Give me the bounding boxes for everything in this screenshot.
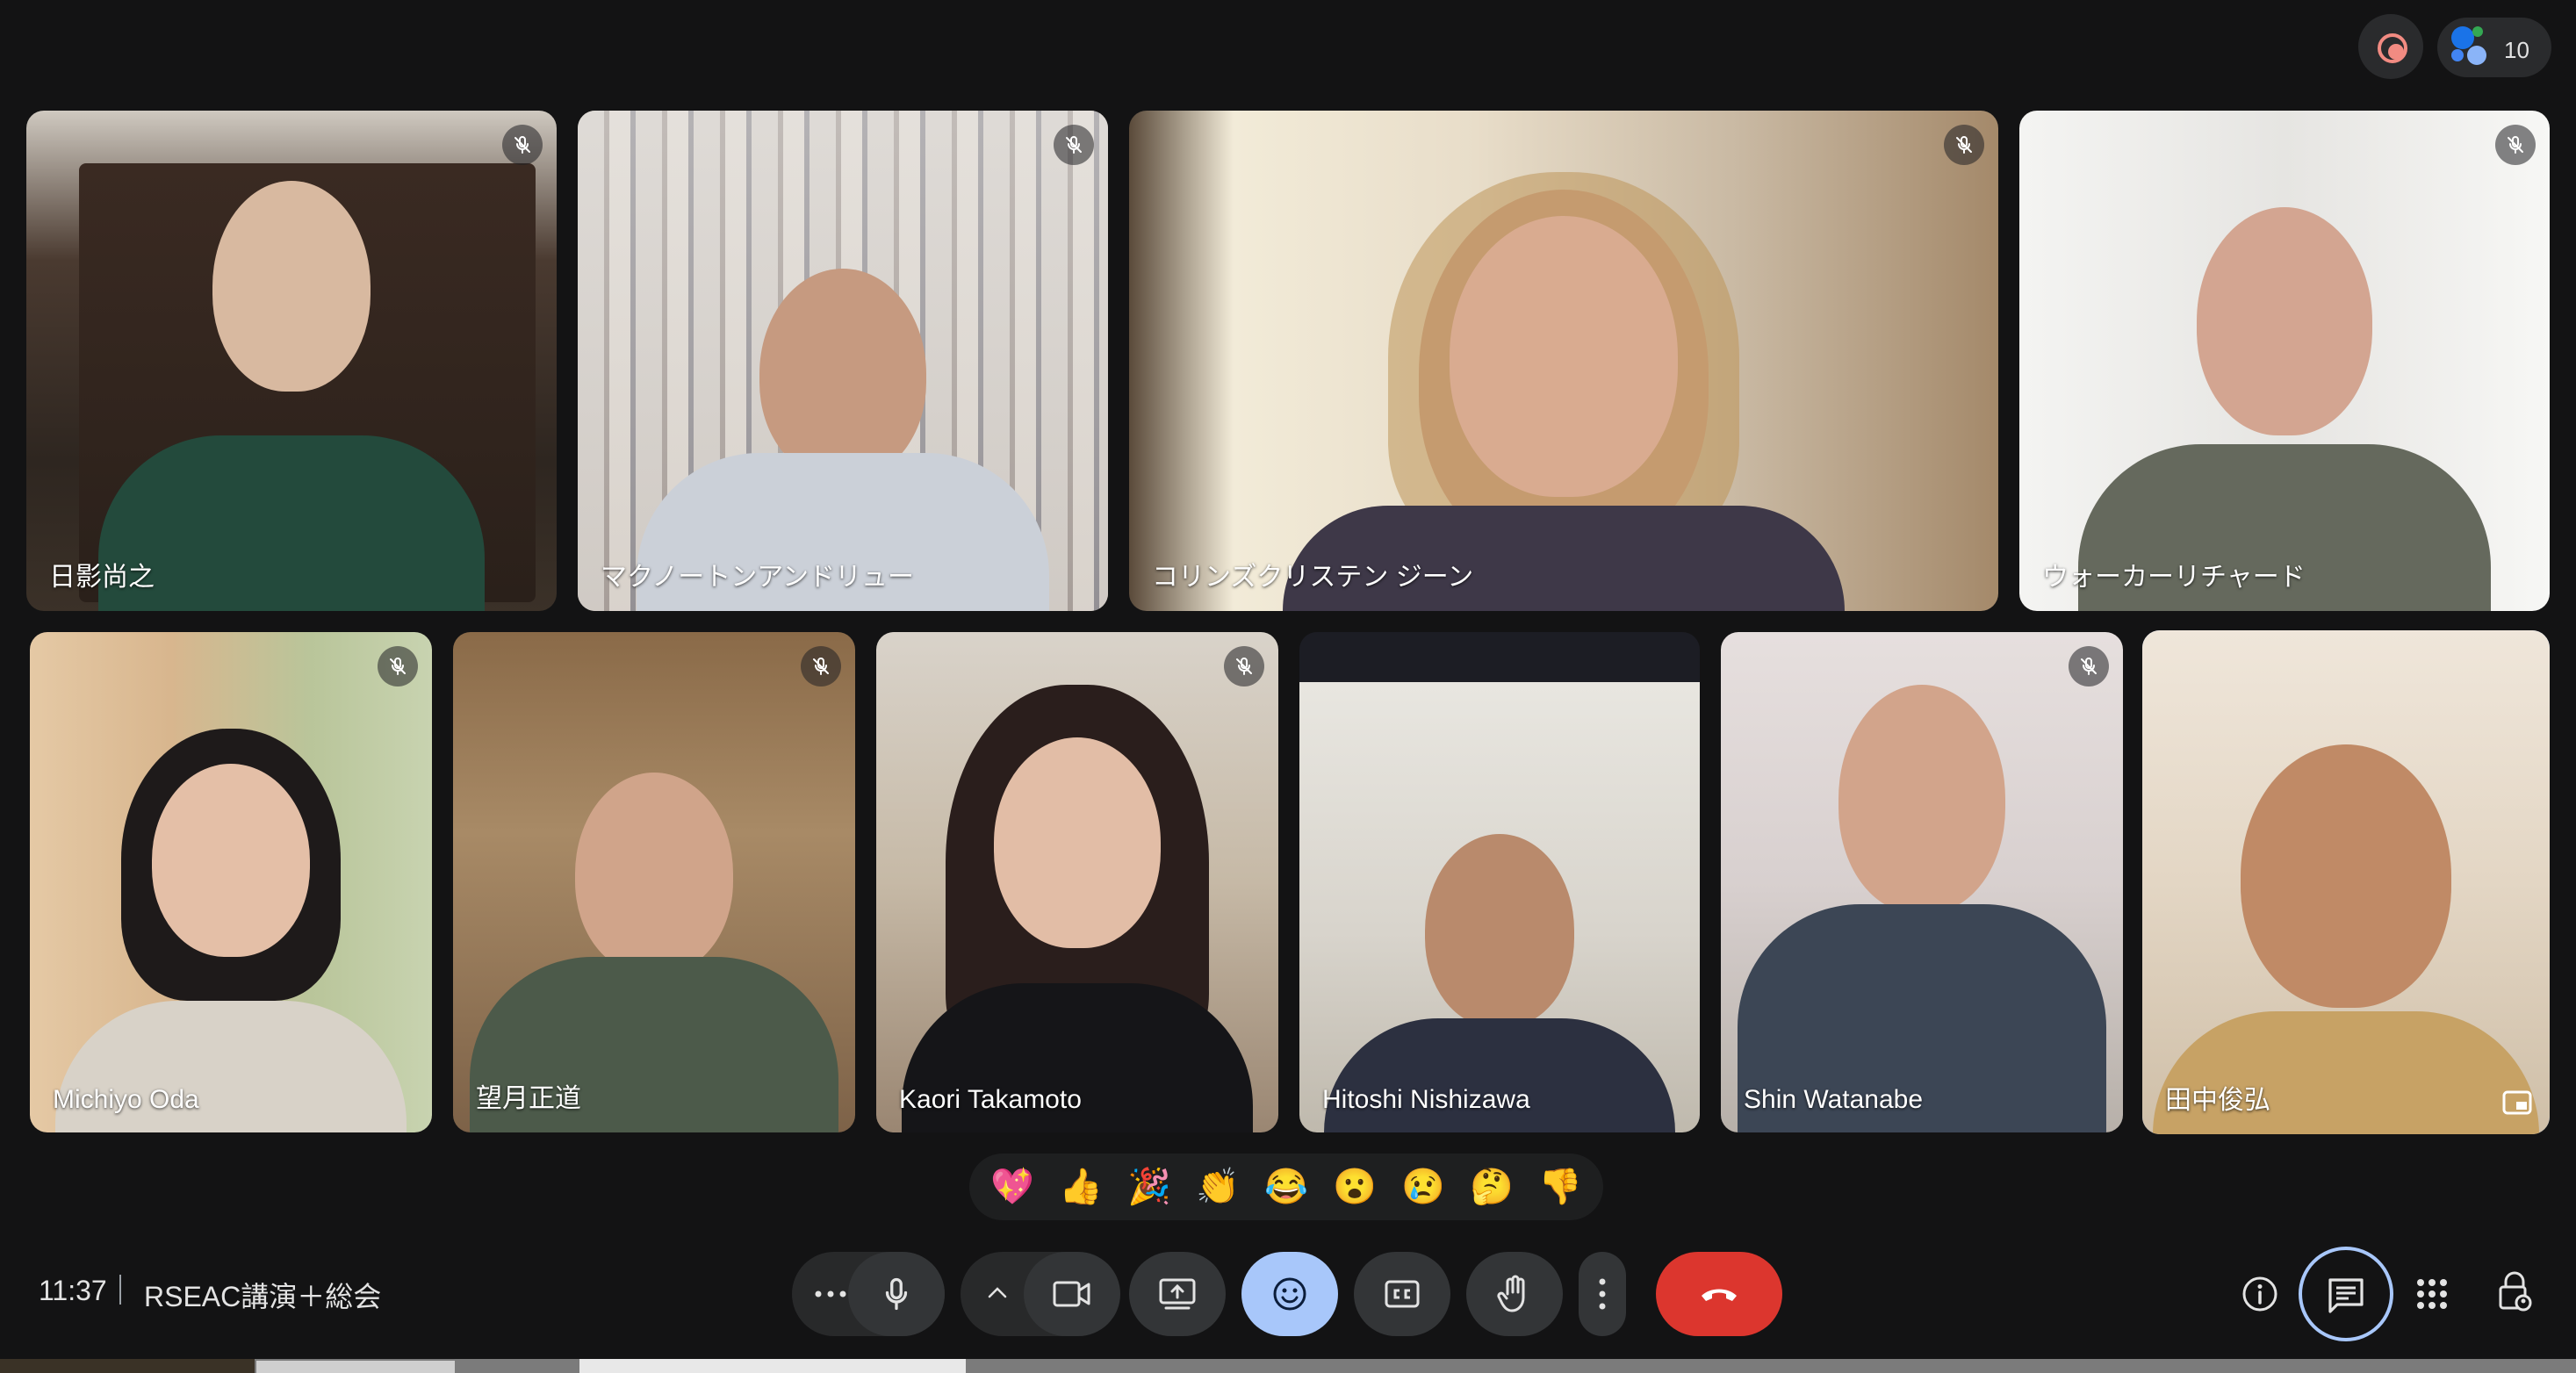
muted-mic-icon — [1944, 125, 1984, 165]
participant-tile[interactable]: Hitoshi Nishizawa — [1299, 632, 1700, 1132]
participant-name: 日影尚之 — [49, 563, 155, 592]
microphone-button[interactable] — [848, 1252, 945, 1336]
leave-call-button[interactable] — [1656, 1252, 1782, 1336]
participant-tile[interactable]: ウォーカーリチャード — [2019, 111, 2550, 611]
muted-mic-icon — [1224, 646, 1264, 686]
more-options-icon — [815, 1290, 846, 1298]
chat-icon — [2328, 1278, 2364, 1313]
raise-hand-icon — [1497, 1275, 1525, 1312]
divider — [119, 1275, 121, 1305]
participant-name: ウォーカーリチャード — [2042, 563, 2306, 592]
participant-name: コリンズクリステン ジーン — [1152, 563, 1474, 592]
raise-hand-button[interactable] — [1466, 1252, 1563, 1336]
participant-tile[interactable]: Shin Watanabe — [1721, 632, 2123, 1132]
reactions-button[interactable] — [1241, 1252, 1338, 1336]
muted-mic-icon — [2495, 125, 2536, 165]
recording-indicator-button[interactable] — [2358, 14, 2423, 79]
participant-tile[interactable]: Kaori Takamoto — [876, 632, 1278, 1132]
reaction-clapping[interactable]: 👏 — [1196, 1169, 1240, 1204]
participant-name: Shin Watanabe — [1744, 1085, 1924, 1114]
participants-button[interactable]: 10 — [2437, 18, 2551, 77]
present-screen-icon — [1159, 1278, 1196, 1310]
muted-mic-icon — [502, 125, 543, 165]
reaction-sparkle-heart[interactable]: 💖 — [990, 1169, 1034, 1204]
underlying-window-strip — [0, 1359, 2576, 1373]
reactions-bar: 💖 👍 🎉 👏 😂 😮 😢 🤔 👎 — [969, 1154, 1603, 1220]
participant-name: 田中俊弘 — [2165, 1086, 2270, 1115]
meeting-time: 11:37 — [39, 1275, 107, 1306]
picture-in-picture-icon[interactable] — [2502, 1090, 2532, 1115]
avatar — [2451, 26, 2474, 49]
reaction-thumbs-up[interactable]: 👍 — [1059, 1169, 1103, 1204]
muted-mic-icon — [2069, 646, 2109, 686]
participant-name: Michiyo Oda — [53, 1085, 199, 1114]
chat-button[interactable] — [2299, 1247, 2393, 1341]
participant-tile[interactable]: 日影尚之 — [26, 111, 557, 611]
host-controls-icon[interactable] — [2497, 1271, 2532, 1312]
end-call-icon — [1702, 1289, 1737, 1301]
participant-name: 望月正道 — [476, 1084, 581, 1113]
reaction-surprised[interactable]: 😮 — [1333, 1169, 1377, 1204]
emoji-icon — [1273, 1277, 1306, 1311]
muted-mic-icon — [1054, 125, 1094, 165]
avatar — [2467, 46, 2486, 65]
more-options-button[interactable] — [1579, 1252, 1626, 1336]
more-vert-icon — [1599, 1278, 1606, 1310]
avatar — [2451, 49, 2464, 61]
meeting-title: RSEAC講演＋総会 — [144, 1281, 382, 1312]
participant-name: Hitoshi Nishizawa — [1322, 1085, 1530, 1114]
reaction-party-popper[interactable]: 🎉 — [1127, 1169, 1171, 1204]
captions-icon — [1385, 1280, 1420, 1308]
captions-button[interactable] — [1354, 1252, 1450, 1336]
info-icon[interactable] — [2241, 1275, 2279, 1313]
reaction-joy[interactable]: 😂 — [1264, 1169, 1308, 1204]
reaction-thinking[interactable]: 🤔 — [1470, 1169, 1514, 1204]
camera-icon — [1053, 1281, 1090, 1307]
reaction-sad[interactable]: 😢 — [1401, 1169, 1445, 1204]
avatar — [2472, 26, 2483, 37]
muted-mic-icon — [378, 646, 418, 686]
participant-name: Kaori Takamoto — [899, 1085, 1082, 1114]
participant-name: マクノートンアンドリュー — [601, 563, 914, 592]
participant-tile[interactable]: コリンズクリステン ジーン — [1129, 111, 1998, 611]
present-screen-button[interactable] — [1129, 1252, 1226, 1336]
record-icon — [2378, 33, 2407, 63]
chevron-up-icon — [988, 1287, 1007, 1298]
participant-tile[interactable]: Michiyo Oda — [30, 632, 432, 1132]
camera-button[interactable] — [1024, 1252, 1120, 1336]
muted-mic-icon — [801, 646, 841, 686]
apps-grid-icon[interactable] — [2416, 1278, 2448, 1310]
participant-tile-active[interactable]: 田中俊弘 — [2142, 630, 2550, 1134]
participant-tile[interactable]: 望月正道 — [453, 632, 855, 1132]
participant-tile[interactable]: マクノートンアンドリュー — [578, 111, 1108, 611]
microphone-icon — [885, 1277, 908, 1311]
participants-count: 10 — [2504, 37, 2529, 63]
reaction-thumbs-down[interactable]: 👎 — [1538, 1169, 1582, 1204]
